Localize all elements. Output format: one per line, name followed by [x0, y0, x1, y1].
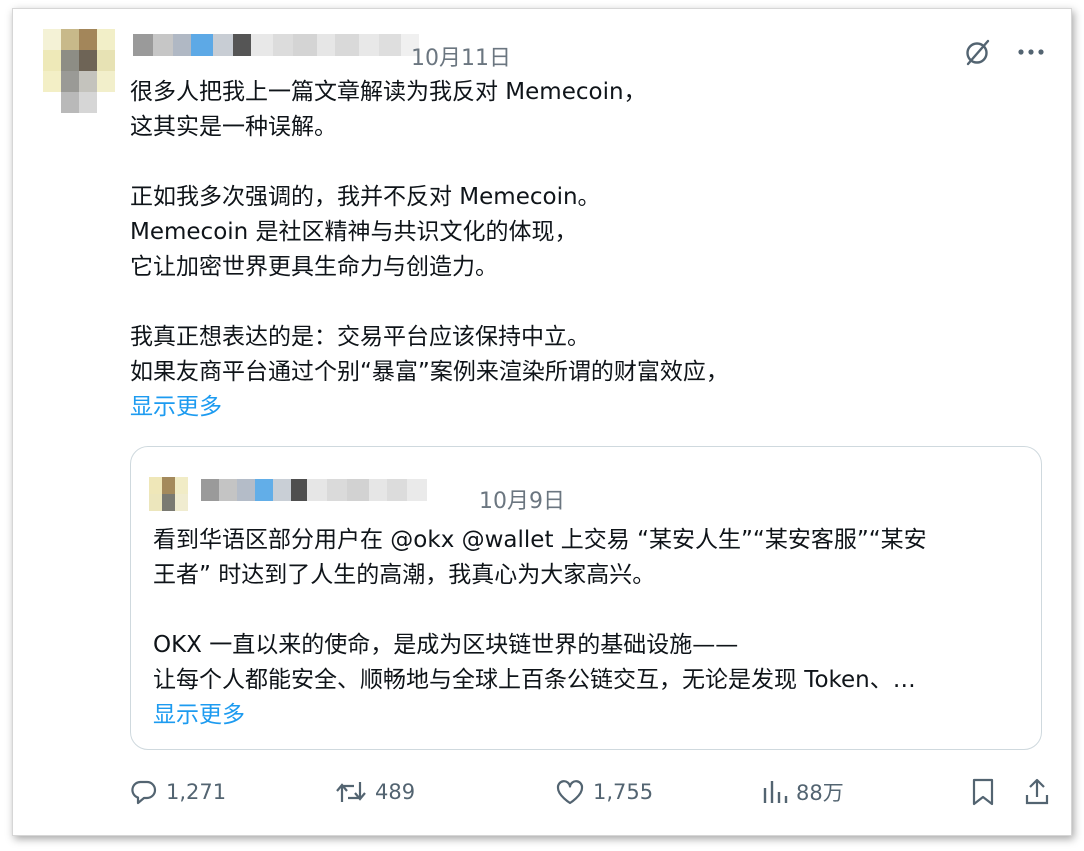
action-bar: 1,271 489 1,755 88万	[130, 774, 1049, 810]
reply-button[interactable]: 1,271	[130, 778, 226, 806]
view-count: 88万	[796, 781, 844, 805]
tweet-paragraph: 很多人把我上一篇文章解读为我反对 Memecoin， 这其实是一种误解。	[130, 79, 647, 140]
like-count: 1,755	[593, 780, 654, 804]
repost-count: 489	[375, 780, 416, 804]
tweet-body: 很多人把我上一篇文章解读为我反对 Memecoin， 这其实是一种误解。 正如我…	[130, 75, 1030, 425]
author-name-blurred[interactable]	[133, 34, 419, 56]
tweet-paragraph: 我真正想表达的是：交易平台应该保持中立。 如果友商平台通过个别“暴富”案例来渲染…	[130, 324, 729, 385]
reply-count: 1,271	[166, 780, 227, 804]
tweet-paragraph: 正如我多次强调的，我并不反对 Memecoin。 Memecoin 是社区精神与…	[130, 184, 601, 280]
avatar[interactable]	[43, 29, 115, 113]
quoted-show-more-link[interactable]: 显示更多	[153, 698, 1023, 733]
like-button[interactable]: 1,755	[555, 778, 653, 806]
repost-button[interactable]: 489	[335, 778, 415, 806]
bookmark-button[interactable]	[970, 777, 996, 807]
quoted-paragraph: 看到华语区部分用户在 @okx @wallet 上交易 “某安人生”“某安客服”…	[153, 527, 927, 588]
share-button[interactable]	[1024, 777, 1050, 807]
quoted-tweet-date[interactable]: 10月9日	[479, 483, 565, 515]
show-more-link[interactable]: 显示更多	[130, 390, 1030, 425]
quoted-tweet[interactable]: 10月9日 看到华语区部分用户在 @okx @wallet 上交易 “某安人生”…	[130, 446, 1042, 750]
quoted-avatar[interactable]	[149, 477, 188, 511]
tweet-date[interactable]: 10月11日	[411, 40, 511, 72]
quoted-tweet-body: 看到华语区部分用户在 @okx @wallet 上交易 “某安人生”“某安客服”…	[153, 523, 1023, 733]
views-button[interactable]: 88万	[762, 777, 844, 807]
repost-icon	[336, 782, 366, 802]
more-dots-icon[interactable]	[1017, 47, 1045, 57]
heart-icon	[556, 780, 584, 805]
grok-icon[interactable]	[963, 37, 993, 67]
reply-icon	[131, 780, 157, 805]
tweet-card: 10月11日 很多人把我上一篇文章解读为我反对 Memecoin， 这其实是一种…	[12, 8, 1072, 836]
bookmark-icon	[972, 778, 994, 806]
quoted-paragraph: OKX 一直以来的使命，是成为区块链世界的基础设施—— 让每个人都能安全、顺畅地…	[153, 632, 916, 693]
share-icon	[1025, 778, 1049, 805]
views-chart-icon	[763, 781, 788, 803]
quoted-author-blurred[interactable]	[201, 479, 427, 501]
